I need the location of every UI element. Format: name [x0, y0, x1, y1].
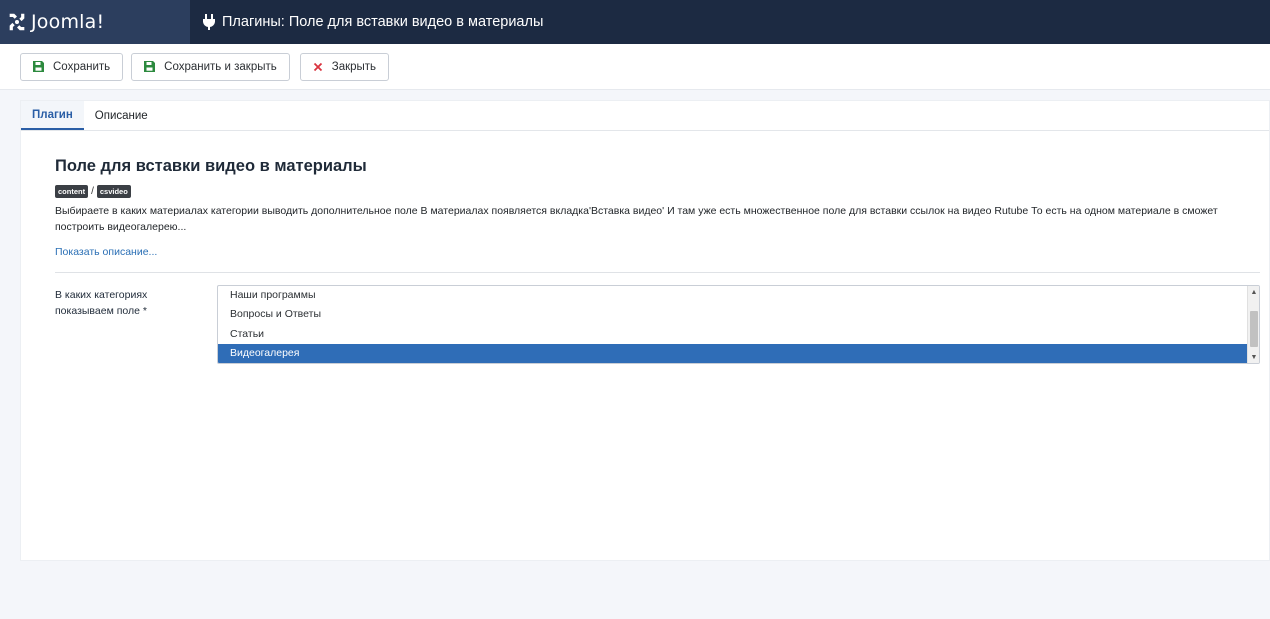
- tab-content: Поле для вставки видео в материалы conte…: [55, 157, 1260, 368]
- categories-multiselect[interactable]: Наши программы Вопросы и Ответы Статьи В…: [217, 285, 1260, 364]
- tab-plugin[interactable]: Плагин: [21, 101, 84, 130]
- tag-content: content: [55, 185, 89, 198]
- category-option[interactable]: Наши программы: [218, 286, 1248, 305]
- plugin-tags: content / csvideo: [55, 185, 1260, 198]
- toolbar: Сохранить Сохранить и закрыть Закрыть: [0, 44, 1270, 90]
- page-title: Плагины: Поле для вставки видео в матери…: [222, 14, 544, 30]
- divider: [55, 272, 1260, 273]
- category-option[interactable]: Вопросы и Ответы: [218, 305, 1248, 324]
- plugin-title: Поле для вставки видео в материалы: [55, 157, 367, 175]
- save-button[interactable]: Сохранить: [20, 52, 124, 81]
- plug-icon: [203, 14, 215, 30]
- tag-separator: /: [91, 186, 94, 197]
- listbox-scrollbar[interactable]: ▲ ▼: [1247, 286, 1259, 363]
- page-title-area: Плагины: Поле для вставки видео в матери…: [202, 14, 543, 30]
- categories-field-label: В каких категориях показываем поле *: [55, 289, 148, 317]
- close-button-label: Закрыть: [331, 60, 377, 73]
- scroll-up-arrow-icon[interactable]: ▲: [1248, 286, 1259, 298]
- tab-description[interactable]: Описание: [84, 101, 159, 130]
- save-and-close-button[interactable]: Сохранить и закрыть: [131, 52, 290, 81]
- category-option-selected[interactable]: Видеогалерея: [218, 344, 1248, 363]
- plugin-edit-card: Плагин Описание Поле для вставки видео в…: [20, 100, 1270, 561]
- floppy-disk-icon: [33, 61, 44, 72]
- x-icon: [313, 62, 323, 72]
- scrollbar-thumb[interactable]: [1250, 311, 1258, 347]
- close-button[interactable]: Закрыть: [299, 52, 390, 81]
- scroll-down-arrow-icon[interactable]: ▼: [1248, 351, 1259, 363]
- categories-field-row: В каких категориях показываем поле * Наш…: [55, 285, 1260, 368]
- top-header: Joomla! Плагины: Поле для вставки видео …: [0, 0, 1270, 44]
- save-button-label: Сохранить: [53, 60, 111, 73]
- brand-name: Joomla!: [31, 11, 105, 33]
- tab-bar: Плагин Описание: [21, 101, 1269, 131]
- save-and-close-button-label: Сохранить и закрыть: [164, 60, 277, 73]
- brand-logo-area[interactable]: Joomla!: [0, 0, 190, 44]
- show-description-link[interactable]: Показать описание...: [55, 246, 157, 258]
- joomla-logo-icon: [9, 13, 25, 31]
- floppy-disk-icon: [144, 61, 156, 72]
- category-option[interactable]: Статьи: [218, 325, 1248, 344]
- plugin-description: Выбираете в каких материалах категории в…: [55, 205, 1218, 233]
- tag-csvideo: csvideo: [96, 185, 131, 198]
